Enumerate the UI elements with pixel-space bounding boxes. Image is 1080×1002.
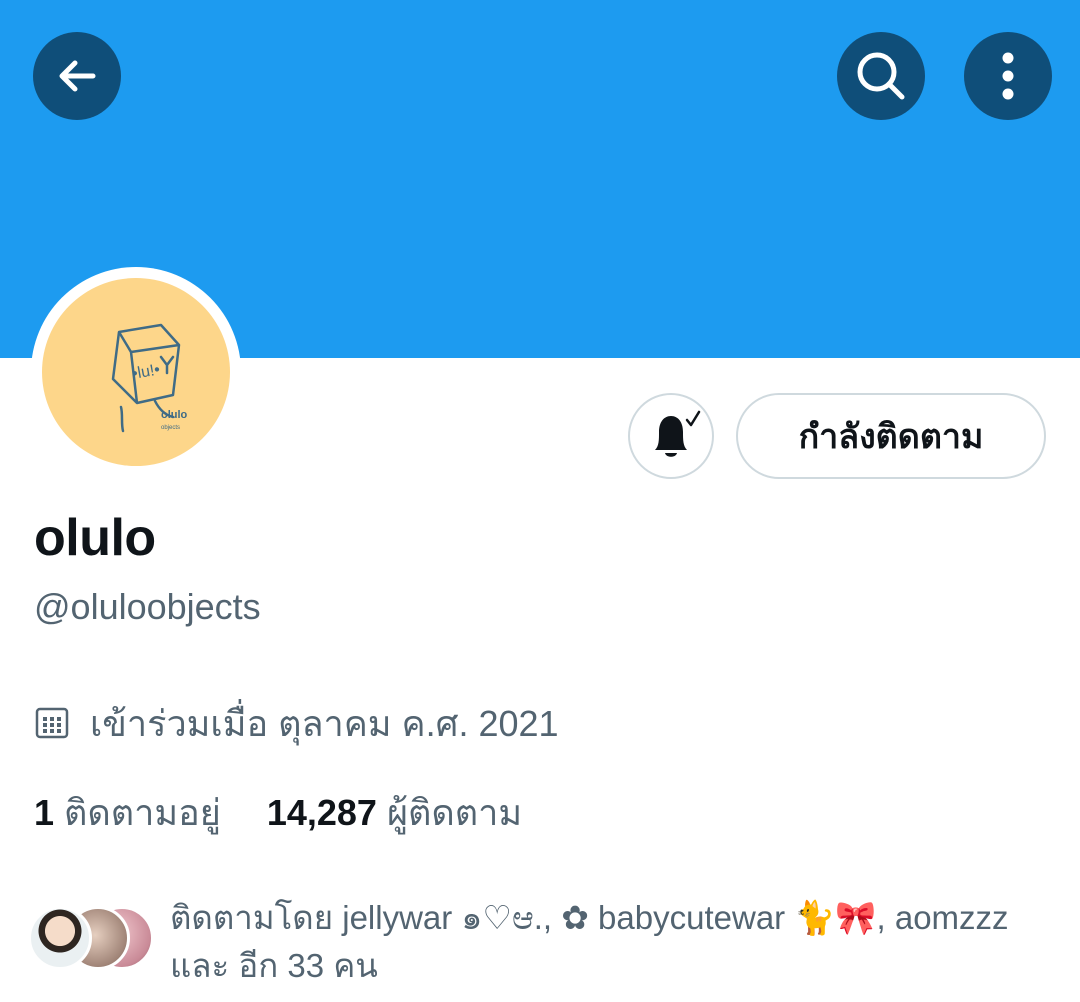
- followed-by-text: ติดตามโดย jellywar ๑♡ಆ., ✿ babycutewar 🐈…: [170, 899, 1009, 984]
- joined-text: เข้าร่วมเมื่อ ตุลาคม ค.ศ. 2021: [90, 702, 559, 744]
- following-count[interactable]: 1: [34, 792, 54, 834]
- more-options-button[interactable]: [964, 32, 1052, 120]
- avatar-text: olulo: [161, 409, 188, 421]
- search-icon: [857, 52, 905, 100]
- svg-text:objects: objects: [161, 425, 180, 431]
- followers-count[interactable]: 14,287: [267, 792, 377, 834]
- svg-text:•lu!•: •lu!•: [131, 361, 162, 383]
- followers-label[interactable]: ผู้ติดตาม: [387, 784, 522, 841]
- mutual-avatars: [28, 906, 158, 970]
- following-label[interactable]: ติดตามอยู่: [64, 784, 221, 841]
- arrow-left-icon: [59, 60, 96, 92]
- olulo-logo-icon: •lu!• olulo objects: [111, 323, 188, 433]
- user-handle: @oluloobjects: [34, 586, 261, 627]
- profile-avatar[interactable]: •lu!• olulo objects: [31, 267, 241, 477]
- avatar: [28, 906, 92, 970]
- search-button[interactable]: [837, 32, 925, 120]
- followers-you-know[interactable]: ติดตามโดย jellywar ๑♡ಆ., ✿ babycutewar 🐈…: [28, 894, 1068, 994]
- display-name: olulo: [34, 509, 156, 567]
- profile-stats: 1 ติดตามอยู่ 14,287 ผู้ติดตาม: [34, 784, 522, 841]
- back-button[interactable]: [33, 32, 121, 120]
- bell-check-icon: [655, 410, 701, 457]
- joined-date: เข้าร่วมเมื่อ ตุลาคม ค.ศ. 2021: [34, 700, 559, 746]
- more-vertical-icon: [1002, 52, 1014, 100]
- notifications-button[interactable]: [628, 393, 714, 479]
- calendar-icon: [35, 707, 69, 739]
- avatar-image: •lu!• olulo objects: [42, 278, 230, 466]
- following-button[interactable]: กำลังติดตาม: [736, 393, 1046, 479]
